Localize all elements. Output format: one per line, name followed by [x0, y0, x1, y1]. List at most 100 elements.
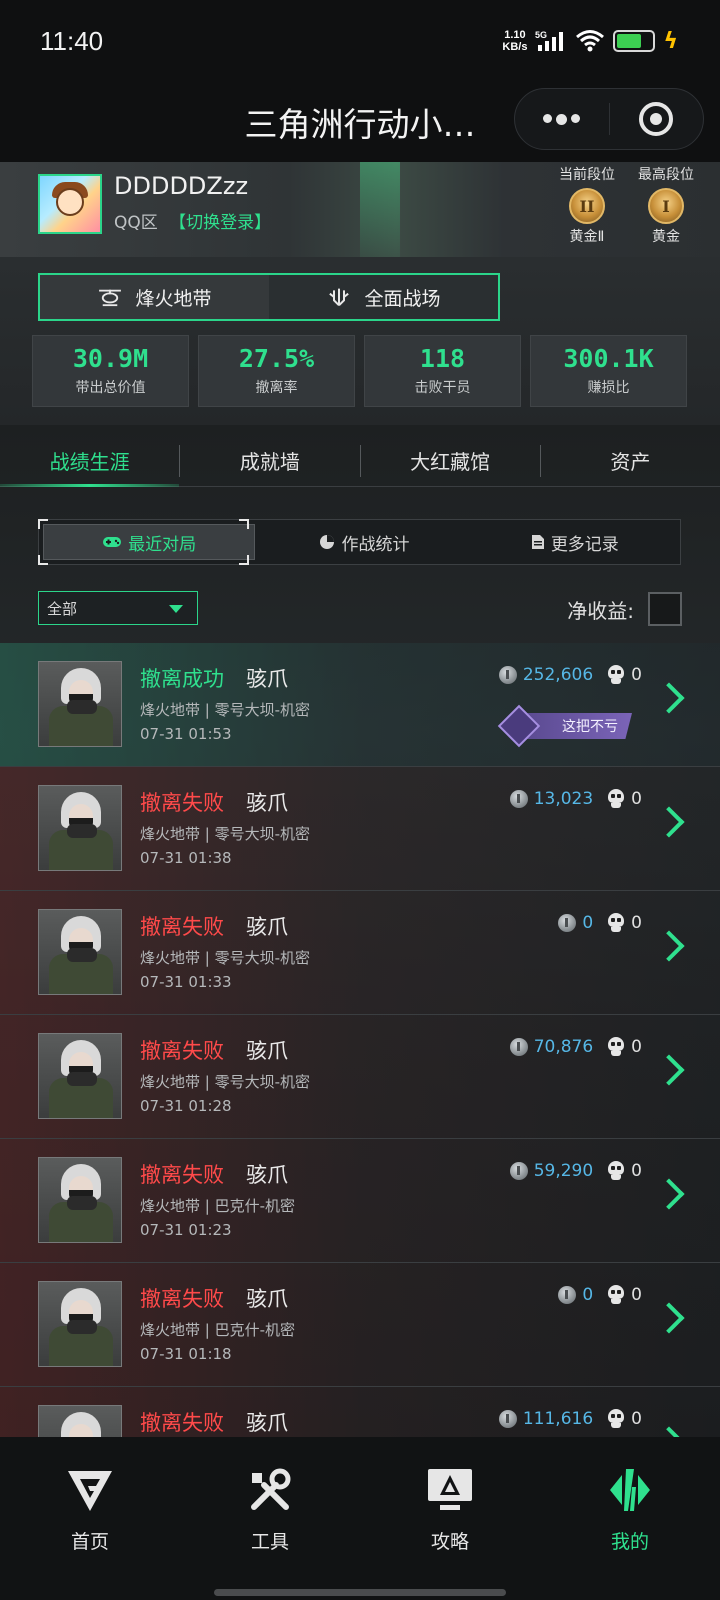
record-value: 111,616: [522, 1409, 594, 1429]
tab-assets[interactable]: 资产: [541, 435, 720, 486]
subtab-label: 最近对局: [128, 534, 197, 555]
record-kills: 0: [631, 789, 642, 809]
highest-rank-label: 最高段位: [638, 167, 694, 183]
close-button[interactable]: [610, 89, 704, 149]
match-record-row[interactable]: 撤离失败 骇爪 烽火地带 | 巴克什-机密 07-31 01:18 0 0: [0, 1263, 720, 1387]
record-value: 0: [582, 913, 594, 933]
corner-decoration: [239, 519, 249, 529]
record-time: 07-31 01:38: [140, 849, 232, 867]
record-operator: 骇爪: [246, 915, 288, 939]
nav-label: 攻略: [430, 1531, 469, 1553]
record-map: 烽火地带 | 零号大坝-机密: [140, 949, 311, 967]
nav-label: 首页: [70, 1531, 109, 1553]
document-icon: [531, 535, 544, 549]
match-record-row[interactable]: 撤离失败 骇爪 烽火地带 | 巴克什-机密 07-31 01:23 59,290…: [0, 1139, 720, 1263]
subtab-combat-stats[interactable]: 作战统计: [259, 520, 469, 564]
chevron-right-icon[interactable]: [653, 930, 685, 962]
corner-decoration: [38, 519, 48, 529]
filter-select[interactable]: 全部: [38, 591, 198, 625]
record-summary: 252,606 0: [498, 665, 642, 685]
record-value: 59,290: [533, 1161, 594, 1181]
tab-career[interactable]: 战绩生涯: [0, 435, 180, 487]
more-dots-icon: [543, 113, 581, 125]
record-value: 13,023: [533, 789, 594, 809]
operator-portrait: [38, 661, 122, 747]
chevron-right-icon[interactable]: [653, 806, 685, 838]
gold-rank-badge-icon: II: [569, 188, 605, 224]
pie-chart-icon: [320, 535, 335, 549]
match-record-row[interactable]: 撤离失败 骇爪 烽火地带 | 零号大坝-机密 07-31 01:38 13,02…: [0, 767, 720, 891]
signal-icon: 5G: [535, 30, 564, 51]
coin-icon: [558, 1286, 577, 1304]
operator-portrait: [38, 1157, 122, 1243]
battle-icon: [329, 288, 350, 307]
record-status: 撤离成功: [140, 667, 224, 691]
subtab-recent-matches[interactable]: 最近对局: [43, 524, 256, 560]
record-status: 撤离失败: [140, 1287, 224, 1311]
skull-icon: [607, 1409, 625, 1429]
match-record-list: 撤离成功 骇爪 烽火地带 | 零号大坝-机密 07-31 01:53 252,6…: [0, 643, 720, 1437]
record-kills: 0: [631, 1409, 642, 1429]
mode-tab-battlefield[interactable]: 全面战场: [269, 275, 498, 319]
record-summary: 0 0: [558, 1285, 642, 1305]
nav-label: 我的: [610, 1531, 649, 1553]
status-bar: 11:40 1.10 KB/s 5G ϟ: [0, 0, 720, 84]
current-rank-name: 黄金Ⅱ: [569, 229, 605, 245]
chevron-right-icon[interactable]: [653, 1178, 685, 1210]
skull-icon: [607, 1285, 625, 1305]
net-income-checkbox[interactable]: [648, 592, 682, 626]
avatar[interactable]: [38, 174, 102, 234]
stat-value: 27.5%: [238, 344, 315, 373]
skull-icon: [607, 665, 625, 685]
coin-icon: [509, 1038, 528, 1056]
battery-level: [617, 34, 642, 48]
skull-icon: [607, 913, 625, 933]
mode-tab-extraction[interactable]: 烽火地带: [40, 275, 269, 319]
nav-profile[interactable]: 我的: [540, 1437, 720, 1600]
chevron-right-icon[interactable]: [653, 1302, 685, 1334]
tab-collection[interactable]: 大红藏馆: [361, 435, 540, 486]
record-status: 撤离失败: [140, 1039, 224, 1063]
current-rank-label: 当前段位: [559, 167, 615, 183]
chevron-right-icon[interactable]: [653, 1054, 685, 1086]
record-map: 烽火地带 | 零号大坝-机密: [140, 825, 311, 843]
stat-card-extraction-rate: 27.5% 撤离率: [198, 335, 355, 407]
match-record-row[interactable]: 撤离失败 骇爪 烽火地带 | 零号大坝-机密 07-31 01:28 70,87…: [0, 1015, 720, 1139]
badge-diamond-icon: [497, 704, 541, 748]
home-indicator[interactable]: [214, 1589, 506, 1596]
content-area: 战绩生涯 成就墙 大红藏馆 资产 最近对局 作战统计 更多记录 全部 净收益: …: [0, 425, 720, 1437]
more-button[interactable]: [515, 89, 609, 149]
record-operator: 骇爪: [246, 1039, 288, 1063]
tab-achievements[interactable]: 成就墙: [180, 435, 359, 486]
record-operator: 骇爪: [246, 791, 288, 815]
match-record-row[interactable]: 撤离失败 骇爪 111,616 0: [0, 1387, 720, 1437]
net-speed: 1.10 KB/s: [502, 29, 528, 53]
record-status: 撤离失败: [140, 1411, 224, 1435]
title-bar: 三角洲行动小…: [0, 84, 720, 162]
match-record-row[interactable]: 撤离失败 骇爪 烽火地带 | 零号大坝-机密 07-31 01:33 0 0: [0, 891, 720, 1015]
record-status: 撤离失败: [140, 791, 224, 815]
chevron-right-icon[interactable]: [653, 682, 685, 714]
record-kills: 0: [631, 1285, 642, 1305]
switch-login-link[interactable]: 【切换登录】: [169, 213, 271, 233]
chevron-right-icon[interactable]: [653, 1426, 685, 1437]
coin-icon: [509, 790, 528, 808]
nav-label: 工具: [250, 1531, 289, 1553]
charging-bolt-icon: ϟ: [663, 28, 678, 54]
status-time: 11:40: [40, 26, 104, 56]
tools-icon: [251, 1468, 291, 1510]
bottom-nav: 首页 工具 攻略 我的: [0, 1437, 720, 1600]
stat-card-total-value: 30.9M 带出总价值: [32, 335, 189, 407]
nav-home[interactable]: 首页: [0, 1437, 180, 1600]
subtab-more-records[interactable]: 更多记录: [470, 520, 680, 564]
main-tabs: 战绩生涯 成就墙 大红藏馆 资产: [0, 435, 720, 487]
operator-portrait: [38, 785, 122, 871]
nav-guide[interactable]: 攻略: [360, 1437, 540, 1600]
nav-tools[interactable]: 工具: [180, 1437, 360, 1600]
guide-icon: [428, 1469, 472, 1510]
operator-portrait: [38, 1281, 122, 1367]
record-map: 烽火地带 | 巴克什-机密: [140, 1321, 296, 1339]
match-record-row[interactable]: 撤离成功 骇爪 烽火地带 | 零号大坝-机密 07-31 01:53 252,6…: [0, 643, 720, 767]
skull-icon: [607, 1161, 625, 1181]
record-summary: 111,616 0: [498, 1409, 642, 1429]
